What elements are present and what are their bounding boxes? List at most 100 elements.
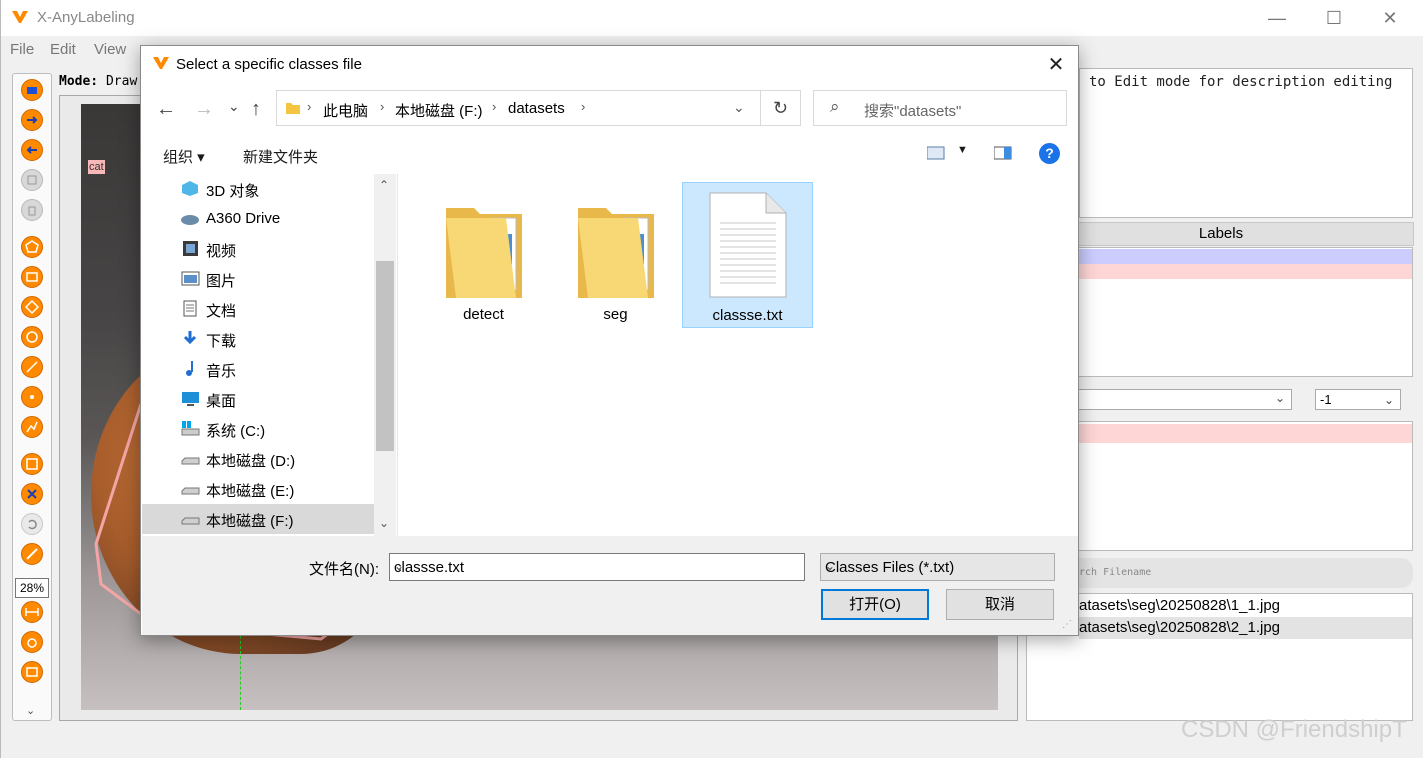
text-file-icon <box>709 192 787 298</box>
scrollbar-thumb[interactable] <box>376 261 394 451</box>
dialog-title-bar: Select a specific classes file <box>152 55 362 75</box>
nav-item-a360-drive[interactable]: A360 Drive <box>181 204 371 234</box>
chevron-down-icon: ⌄ <box>1383 393 1394 407</box>
label-row[interactable] <box>1079 249 1412 264</box>
file-list-item[interactable]: atasets\seg\20250828\2_1.jpg <box>1079 617 1412 639</box>
nav-item-documents[interactable]: 文档 <box>181 294 371 324</box>
nav-item-drive-c[interactable]: 系统 (C:) <box>181 414 371 444</box>
folder-icon <box>446 208 522 298</box>
file-list-item[interactable]: atasets\seg\20250828\1_1.jpg <box>1079 595 1412 617</box>
menu-view[interactable]: View <box>94 41 126 58</box>
linestrip-tool-icon[interactable] <box>21 416 43 438</box>
rotation-tool-icon[interactable] <box>21 296 43 318</box>
point-tool-icon[interactable] <box>21 386 43 408</box>
view-options-icon[interactable] <box>926 146 945 164</box>
organize-menu[interactable]: 组织 ▾ <box>163 146 205 167</box>
folder-icon <box>286 103 300 114</box>
prev-image-button[interactable] <box>21 139 43 161</box>
open-button[interactable]: 打开(O) <box>821 589 929 620</box>
next-image-button[interactable] <box>21 109 43 131</box>
edit-shape-icon[interactable] <box>21 453 43 475</box>
delete-file-button[interactable] <box>21 199 43 221</box>
cancel-button[interactable]: 取消 <box>946 589 1054 620</box>
drive-icon <box>181 517 200 525</box>
folder-item-detect[interactable]: detect <box>418 182 549 328</box>
drive-icon <box>181 487 200 495</box>
up-arrow-icon[interactable]: ↑ <box>251 98 261 121</box>
filename-search-placeholder: rch Filename <box>1079 567 1152 578</box>
line-tool-icon[interactable] <box>21 356 43 378</box>
address-bar[interactable]: › 此电脑 › 本地磁盘 (F:) › datasets › ⌄ <box>276 90 761 126</box>
nav-item-drive-d[interactable]: 本地磁盘 (D:) <box>181 444 371 474</box>
undo-icon[interactable] <box>21 513 43 535</box>
resize-grip-icon[interactable]: ⋰ <box>1062 619 1072 630</box>
folder-item-seg[interactable]: seg <box>550 182 681 328</box>
forward-arrow-icon[interactable]: → <box>194 98 214 121</box>
chevron-down-icon[interactable]: ⌄ <box>394 559 796 573</box>
file-item-classse-txt[interactable]: classse.txt <box>682 182 813 328</box>
menu-file[interactable]: File <box>10 41 34 58</box>
filename-label: 文件名(N): <box>309 561 379 578</box>
save-button[interactable] <box>21 169 43 191</box>
nav-item-drive-f[interactable]: 本地磁盘 (F:) <box>142 504 374 534</box>
file-type-select[interactable]: Classes Files (*.txt) ⌄ <box>820 553 1055 581</box>
label-row[interactable] <box>1079 264 1412 279</box>
polygon-tool-icon[interactable] <box>21 236 43 258</box>
breadcrumb-datasets[interactable]: datasets <box>508 100 565 117</box>
drive-icon <box>181 457 200 465</box>
image-settings-icon[interactable] <box>21 661 43 683</box>
system-drive-icon <box>181 421 200 436</box>
chevron-down-icon: ⌄ <box>825 559 836 573</box>
breadcrumb-drive-f[interactable]: 本地磁盘 (F:) <box>395 100 483 121</box>
nav-item-3d-objects[interactable]: 3D 对象 <box>181 174 371 204</box>
help-icon[interactable]: ? <box>1039 143 1060 164</box>
nav-item-downloads[interactable]: 下载 <box>181 324 371 354</box>
close-window-button[interactable]: ✕ <box>1367 4 1413 32</box>
nav-pane-scrollbar[interactable]: ⌃ ⌄ <box>374 174 396 536</box>
open-folder-button[interactable] <box>21 79 43 101</box>
nav-item-pictures[interactable]: 图片 <box>181 264 371 294</box>
preview-pane-icon[interactable] <box>993 146 1012 164</box>
address-history-chevron-icon[interactable]: ⌄ <box>733 99 745 116</box>
new-folder-button[interactable]: 新建文件夹 <box>243 146 318 167</box>
labels-header: Labels <box>1028 222 1414 246</box>
brush-icon[interactable] <box>21 543 43 565</box>
nav-item-music[interactable]: 音乐 <box>181 354 371 384</box>
dialog-footer <box>142 536 1078 635</box>
description-panel[interactable] <box>1079 68 1413 218</box>
view-options-chevron-icon[interactable]: ▼ <box>957 144 968 156</box>
menu-edit[interactable]: Edit <box>50 41 76 58</box>
circle-tool-icon[interactable] <box>21 326 43 348</box>
breadcrumb-chevron-icon: › <box>307 99 312 114</box>
rectangle-tool-icon[interactable] <box>21 266 43 288</box>
desktop-icon <box>182 392 199 406</box>
nav-item-drive-e[interactable]: 本地磁盘 (E:) <box>181 474 371 504</box>
downloads-icon <box>183 331 197 345</box>
delete-shape-icon[interactable] <box>21 483 43 505</box>
back-arrow-icon[interactable]: ← <box>156 98 176 121</box>
refresh-icon[interactable]: ↻ <box>761 90 801 126</box>
fit-width-icon[interactable] <box>21 601 43 623</box>
nav-item-videos[interactable]: 视频 <box>181 234 371 264</box>
scroll-down-icon[interactable]: ⌄ <box>379 516 389 530</box>
chevron-down-icon[interactable]: ⌄ <box>26 704 35 717</box>
recent-locations-chevron-icon[interactable]: ⌄ <box>228 98 240 115</box>
select-classes-dialog: Select a specific classes file ✕ ← → ⌄ ↑… <box>140 45 1079 636</box>
maximize-button[interactable]: ☐ <box>1311 4 1357 32</box>
dialog-close-button[interactable]: ✕ <box>1044 54 1068 78</box>
filename-input[interactable]: classse.txt ⌄ <box>389 553 805 581</box>
folder-icon <box>578 208 654 298</box>
group-id-select[interactable]: -1 ⌄ <box>1315 389 1401 410</box>
auto-label-icon[interactable] <box>21 631 43 653</box>
pictures-icon <box>181 271 200 286</box>
folder-search-input[interactable]: ⌕ 搜索"datasets" <box>813 90 1067 126</box>
breadcrumb-this-pc[interactable]: 此电脑 <box>323 100 368 121</box>
scroll-up-icon[interactable]: ⌃ <box>379 178 389 192</box>
shape-row[interactable] <box>1079 424 1412 443</box>
music-icon <box>186 361 193 376</box>
nav-item-desktop[interactable]: 桌面 <box>181 384 371 414</box>
minimize-button[interactable]: — <box>1254 4 1300 32</box>
zoom-level-input[interactable]: 28% <box>15 578 49 598</box>
app-logo-icon <box>153 57 169 69</box>
app-logo-icon <box>11 9 29 28</box>
